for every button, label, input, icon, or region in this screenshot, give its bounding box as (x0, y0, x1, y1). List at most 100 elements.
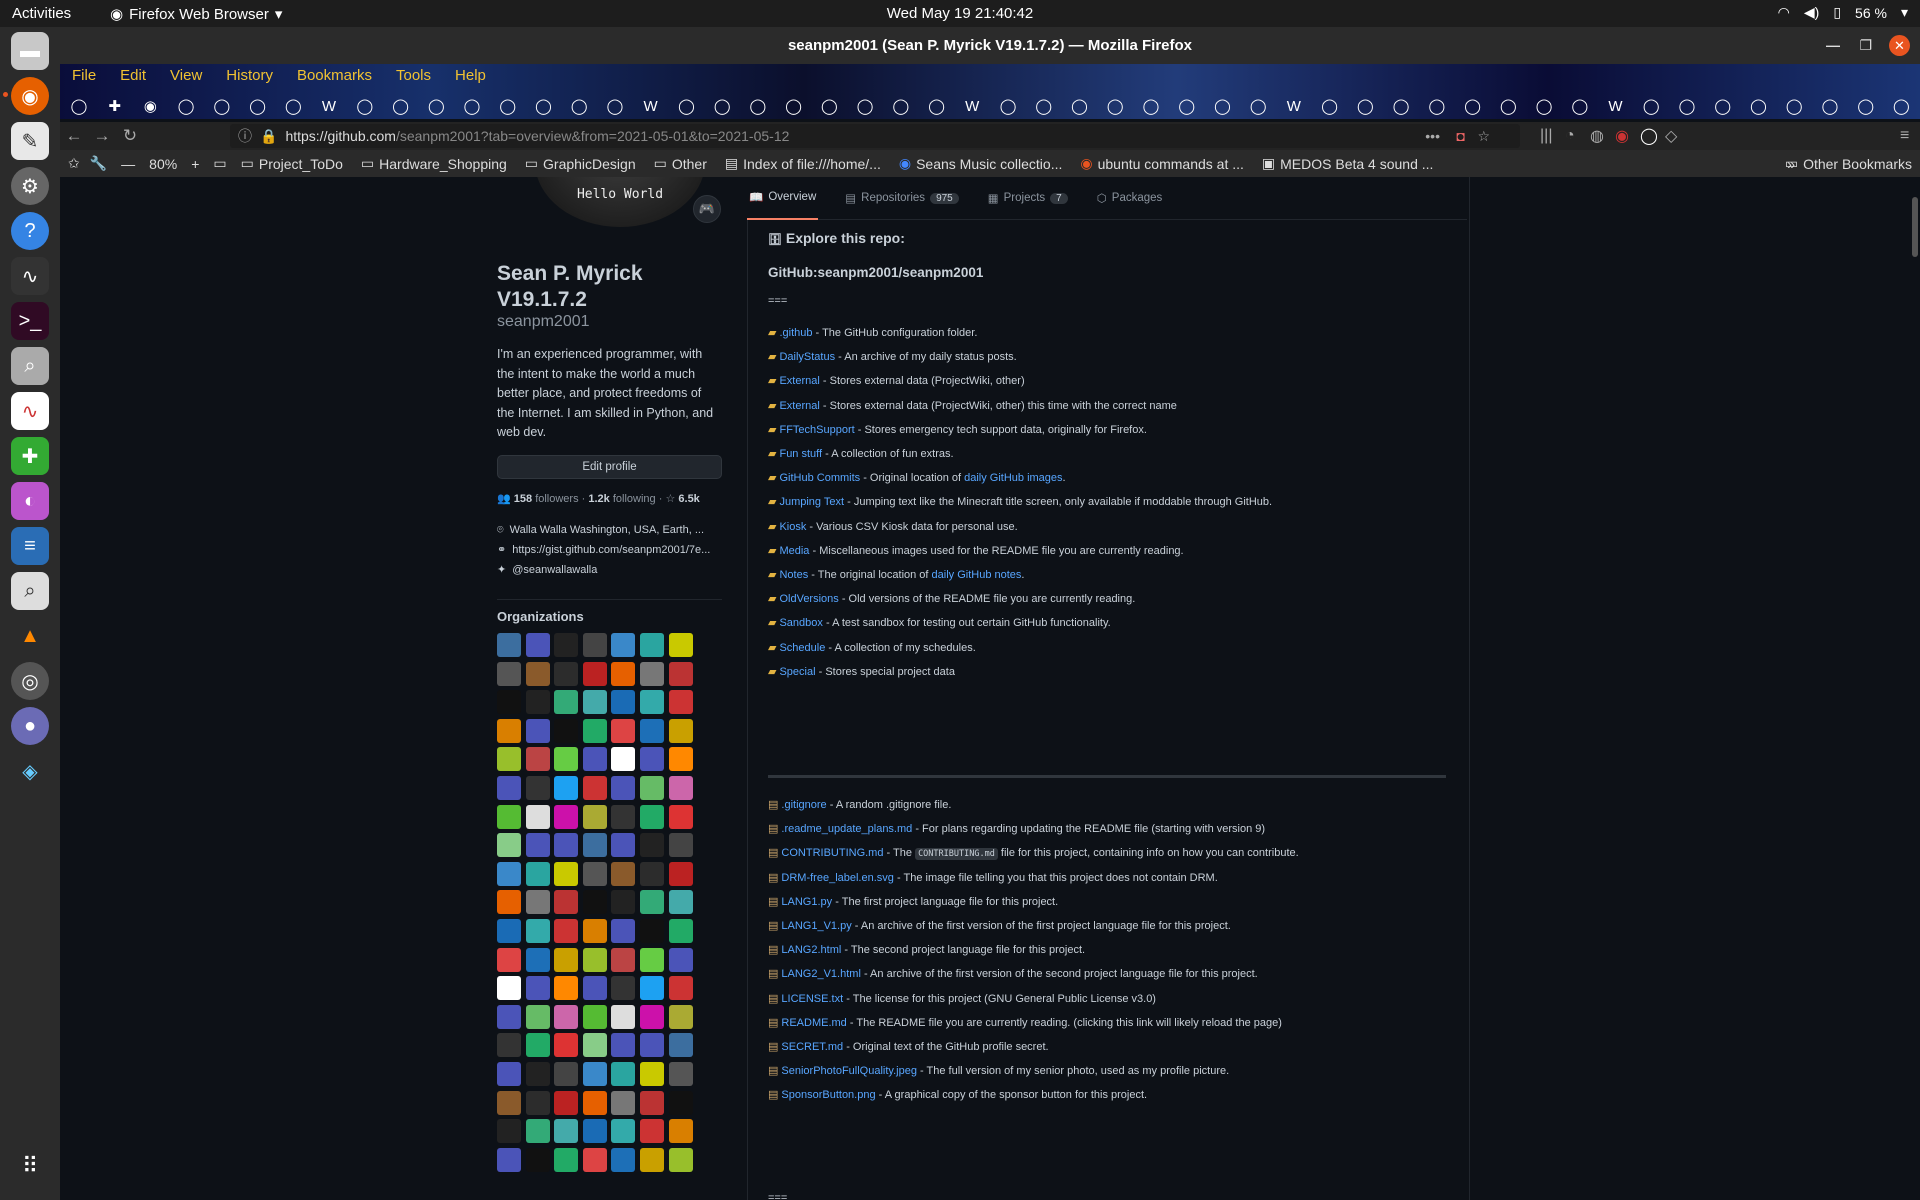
organization-avatar[interactable] (525, 1004, 550, 1029)
browser-tab-icon[interactable]: ◯ (1209, 96, 1237, 116)
browser-tab-icon[interactable]: ◯ (1530, 96, 1558, 116)
organization-avatar[interactable] (525, 775, 550, 800)
organization-avatar[interactable] (668, 661, 693, 686)
firefox-dock-icon[interactable]: ◉ (11, 77, 49, 115)
organization-avatar[interactable] (497, 1033, 521, 1058)
organization-avatar[interactable] (525, 890, 550, 915)
menu-file[interactable]: File (70, 66, 98, 88)
organization-avatar[interactable] (668, 1090, 693, 1115)
organization-avatar[interactable] (668, 1033, 693, 1058)
organization-avatar[interactable] (582, 1004, 607, 1029)
organization-avatar[interactable] (668, 890, 693, 915)
menu-help[interactable]: Help (453, 66, 488, 88)
clock[interactable]: Wed May 19 21:40:42 (0, 5, 1920, 22)
organization-avatar[interactable] (611, 633, 636, 657)
organization-avatar[interactable] (554, 1090, 579, 1115)
other-bookmarks[interactable]: ▭ Other Bookmarks (1785, 155, 1912, 172)
organization-avatar[interactable] (611, 1004, 636, 1029)
organization-avatar[interactable] (582, 918, 607, 943)
organization-avatar[interactable] (497, 861, 521, 886)
organization-avatar[interactable] (582, 633, 607, 657)
browser-tab-icon[interactable]: ◯ (1387, 96, 1415, 116)
account-icon[interactable]: ◔ (1565, 127, 1575, 145)
organization-avatar[interactable] (525, 918, 550, 943)
organization-avatar[interactable] (611, 1090, 636, 1115)
organization-avatar[interactable] (668, 690, 693, 715)
browser-tab-icon[interactable]: ◯ (387, 96, 415, 116)
organization-avatar[interactable] (525, 690, 550, 715)
file-link[interactable]: LANG2.html (781, 944, 841, 956)
organization-avatar[interactable] (639, 747, 664, 772)
browser-tab-icon[interactable]: ◯ (1459, 96, 1487, 116)
file-link[interactable]: .readme_update_plans.md (781, 823, 912, 835)
browser-tab-icon[interactable]: ◯ (1816, 96, 1844, 116)
window-title-bar[interactable]: seanpm2001 (Sean P. Myrick V19.1.7.2) — … (60, 27, 1920, 64)
activities-button[interactable]: Activities (12, 5, 71, 22)
app-grid-icon[interactable]: ⠿ (11, 1147, 49, 1185)
organization-avatar[interactable] (525, 1147, 550, 1172)
organization-avatar[interactable] (582, 718, 607, 743)
bookmark-link[interactable]: ▣ MEDOS Beta 4 sound ... (1262, 155, 1434, 172)
organization-avatar[interactable] (668, 718, 693, 743)
browser-tab-icon[interactable]: ◯ (708, 96, 736, 116)
audio-icon[interactable]: ∿ (11, 392, 49, 430)
organization-avatar[interactable] (497, 690, 521, 715)
more-icon[interactable]: ••• (1425, 128, 1440, 144)
organization-avatar[interactable] (611, 804, 636, 829)
browser-tab-icon[interactable]: ◯ (422, 96, 450, 116)
folder-link[interactable]: Notes (779, 569, 808, 581)
browser-tab-icon[interactable]: ◯ (458, 96, 486, 116)
zoom-out-icon[interactable]: — (121, 156, 135, 172)
maximize-icon[interactable]: ❐ (1859, 37, 1872, 54)
file-link[interactable]: LANG2_V1.html (781, 968, 860, 980)
organization-avatar[interactable] (639, 918, 664, 943)
ublock-icon[interactable]: ◉ (1615, 126, 1629, 146)
folder-link[interactable]: FFTechSupport (779, 424, 854, 436)
organization-avatar[interactable] (668, 775, 693, 800)
edit-profile-button[interactable]: Edit profile (497, 455, 722, 479)
hamburger-menu-icon[interactable]: ≡ (1900, 127, 1909, 145)
browser-tab-icon[interactable]: ◯ (1637, 96, 1665, 116)
browser-tab-icon[interactable]: ◯ (672, 96, 700, 116)
menu-history[interactable]: History (224, 66, 275, 88)
menu-tools[interactable]: Tools (394, 66, 433, 88)
organization-avatar[interactable] (639, 976, 664, 1001)
browser-tab-icon[interactable]: W (958, 96, 986, 116)
writer-icon[interactable]: ≡ (11, 527, 49, 565)
browser-tab-icon[interactable]: ◯ (1673, 96, 1701, 116)
file-link[interactable]: LANG1_V1.py (781, 920, 851, 932)
browser-tab-icon[interactable]: ◯ (1066, 96, 1094, 116)
organization-avatar[interactable] (582, 661, 607, 686)
url-bar[interactable]: ⓘ 🔒 https://github.com/seanpm2001?tab=ov… (230, 124, 1520, 148)
file-link[interactable]: DRM-free_label.en.svg (781, 872, 894, 884)
organization-avatar[interactable] (639, 947, 664, 972)
menu-bookmarks[interactable]: Bookmarks (295, 66, 374, 88)
browser-tab-icon[interactable]: ◯ (923, 96, 951, 116)
organization-avatar[interactable] (611, 775, 636, 800)
puzzle-icon[interactable]: ✚ (11, 437, 49, 475)
help-icon[interactable]: ? (11, 212, 49, 250)
disc-icon[interactable]: ◎ (11, 662, 49, 700)
organization-avatar[interactable] (582, 804, 607, 829)
followers-link[interactable]: 158 followers (514, 493, 579, 505)
zoom-in-icon[interactable]: + (191, 156, 199, 172)
organization-avatar[interactable] (582, 833, 607, 858)
organization-avatar[interactable] (497, 1061, 521, 1086)
file-link[interactable]: .gitignore (781, 799, 826, 811)
stars-link[interactable]: 6.5k (678, 493, 699, 505)
bookmark-folder[interactable]: ▭ Other (654, 155, 707, 172)
organization-avatar[interactable] (525, 633, 550, 657)
browser-tab-icon[interactable]: ◯ (815, 96, 843, 116)
extension-icon-2[interactable]: ◇ (1665, 126, 1677, 146)
browser-tab-icon[interactable]: ◯ (1709, 96, 1737, 116)
folder-link[interactable]: Special (779, 666, 815, 678)
folder-link[interactable]: Jumping Text (779, 496, 844, 508)
browser-tab-icon[interactable]: ◯ (887, 96, 915, 116)
browser-tab-icon[interactable]: ◯ (494, 96, 522, 116)
organization-avatar[interactable] (639, 690, 664, 715)
organization-avatar[interactable] (611, 1061, 636, 1086)
organization-avatar[interactable] (611, 976, 636, 1001)
app-menu[interactable]: ◉ Firefox Web Browser ▾ (110, 5, 282, 24)
tweaks-icon[interactable]: ◐ (11, 482, 49, 520)
organization-avatar[interactable] (554, 633, 579, 657)
